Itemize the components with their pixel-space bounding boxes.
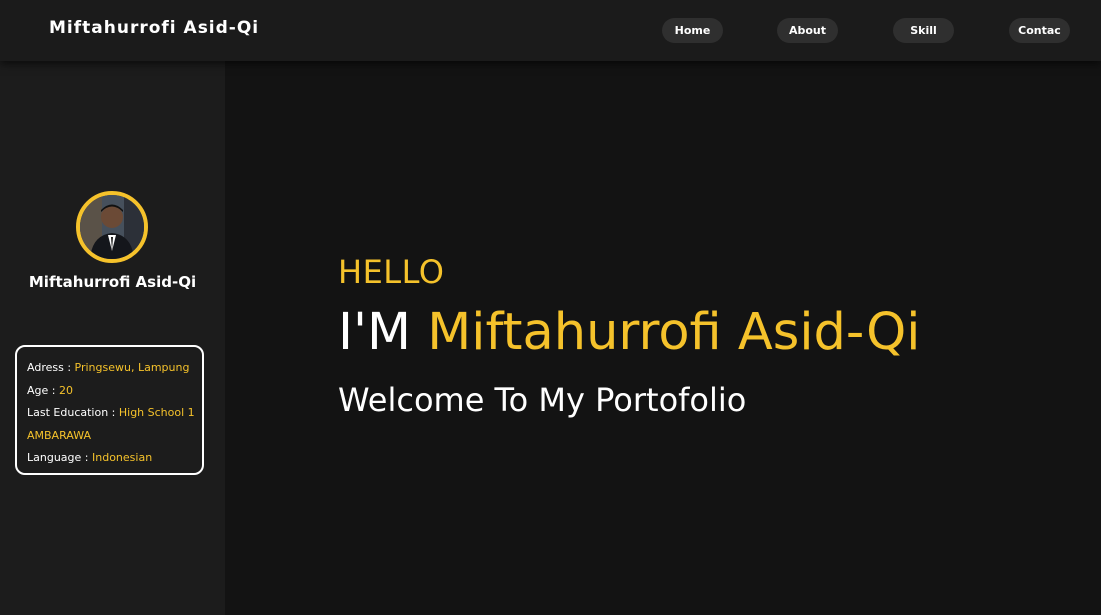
brand-title[interactable]: Miftahurrofi Asid-Qi	[49, 18, 259, 38]
profile-photo-icon	[80, 195, 144, 259]
info-card: Adress : Pringsewu, Lampung Age : 20 Las…	[15, 345, 204, 475]
nav-contact-button[interactable]: Contac	[1009, 18, 1070, 43]
nav-about-button[interactable]: About	[777, 18, 838, 43]
age-label: Age :	[27, 383, 59, 397]
address-label: Adress :	[27, 361, 75, 374]
hero-greeting: HELLO	[338, 253, 445, 291]
info-education: Last Education : High School 1 AMBARAWA	[27, 402, 202, 447]
avatar	[76, 191, 148, 263]
language-label: Language :	[27, 451, 92, 464]
info-language: Language : Indonesian	[27, 447, 202, 470]
hero-heading: I'M Miftahurrofi Asid-Qi	[338, 303, 920, 362]
sidebar-name: Miftahurrofi Asid-Qi	[28, 273, 197, 291]
info-age: Age : 20	[27, 380, 202, 403]
info-address: Adress : Pringsewu, Lampung	[27, 357, 202, 380]
nav-home-button[interactable]: Home	[662, 18, 723, 43]
navbar: Miftahurrofi Asid-Qi Home About Skill Co…	[0, 0, 1101, 61]
sidebar: Miftahurrofi Asid-Qi Adress : Pringsewu,…	[0, 61, 225, 615]
education-label: Last Education :	[27, 406, 119, 419]
age-value: 20	[58, 383, 73, 397]
language-value: Indonesian	[92, 451, 153, 464]
hero-im: I'M	[338, 303, 428, 362]
address-value: Pringsewu, Lampung	[74, 361, 190, 374]
hero-tagline: Welcome To My Portofolio	[338, 381, 747, 419]
nav-skill-button[interactable]: Skill	[893, 18, 954, 43]
main-content: HELLO I'M Miftahurrofi Asid-Qi Welcome T…	[225, 61, 1101, 615]
hero-name: Miftahurrofi Asid-Qi	[427, 303, 921, 362]
